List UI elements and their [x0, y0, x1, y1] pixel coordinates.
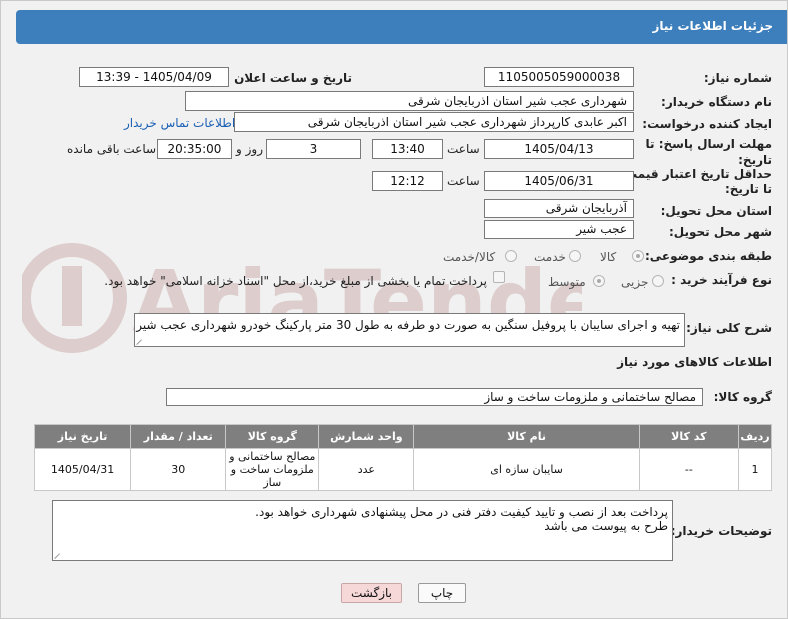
- buyer-contact-link[interactable]: اطلاعات تماس خریدار: [124, 116, 235, 130]
- category-option-goods: کالا: [600, 250, 617, 264]
- col-code-header: کد کالا: [638, 424, 739, 449]
- deadline-days-field: 3: [266, 139, 361, 159]
- deadline-days-label: روز و: [236, 142, 263, 156]
- delivery-province-field: آذربایجان شرقی: [484, 199, 634, 218]
- price-validity-label-line1: حداقل تاریخ اعتبار قیمت:: [620, 167, 772, 181]
- col-group-header: گروه کالا: [225, 424, 320, 449]
- deadline-label-line1: مهلت ارسال پاسخ: تا: [645, 137, 773, 151]
- cell-qty: 30: [130, 448, 227, 491]
- items-table: ردیف کد کالا نام کالا واحد شمارش گروه کا…: [33, 424, 773, 491]
- cell-unit: عدد: [318, 448, 415, 491]
- price-validity-date-field: 1405/06/31: [484, 171, 634, 191]
- need-number-field: 1105005059000038: [484, 67, 634, 87]
- creator-label: ایجاد کننده درخواست:: [642, 117, 772, 131]
- item-group-field: مصالح ساختمانی و ملزومات ساخت و ساز: [166, 388, 703, 406]
- deadline-time-field: 13:40: [372, 139, 443, 159]
- delivery-province-label: استان محل تحویل:: [660, 204, 772, 218]
- back-button[interactable]: بازگشت: [341, 583, 402, 603]
- need-number-label: شماره نیاز:: [703, 71, 772, 85]
- items-section-title: اطلاعات کالاهای مورد نیاز: [617, 355, 772, 369]
- buyer-org-label: نام دستگاه خریدار:: [661, 95, 772, 109]
- delivery-city-field: عجب شیر: [484, 220, 634, 239]
- price-validity-time-field: 12:12: [372, 171, 443, 191]
- buyer-notes-label: توضیحات خریدار:: [670, 524, 772, 538]
- announce-datetime-field: 1405/04/09 - 13:39: [79, 67, 229, 87]
- table-row: 1 -- سایبان سازه ای عدد مصالح ساختمانی و…: [33, 448, 773, 491]
- category-option-service: خدمت: [534, 250, 566, 264]
- delivery-city-label: شهر محل تحویل:: [668, 225, 772, 239]
- deadline-label-line2: تاریخ:: [738, 153, 772, 167]
- process-radio-medium[interactable]: [593, 275, 605, 287]
- buyer-notes-line2: طرح به پیوست می باشد: [544, 519, 668, 533]
- deadline-time-label: ساعت: [447, 142, 480, 156]
- category-radio-both[interactable]: [505, 250, 517, 262]
- general-desc-text: تهیه و اجرای سایبان با پروفیل سنگین به ص…: [136, 318, 680, 332]
- cell-group: مصالح ساختمانی و ملزومات ساخت و ساز: [225, 448, 320, 491]
- col-row-header: ردیف: [737, 424, 773, 449]
- buyer-notes-line1: پرداخت بعد از نصب و تایید کیفیت دفتر فنی…: [255, 505, 668, 519]
- treasury-payment-note: پرداخت تمام یا بخشی از مبلغ خرید،از محل …: [104, 274, 487, 288]
- header-bar: جزئیات اطلاعات نیاز: [16, 10, 787, 44]
- col-unit-header: واحد شمارش: [318, 424, 415, 449]
- process-option-minor: جزیی: [621, 275, 649, 289]
- category-radio-service[interactable]: [569, 250, 581, 262]
- col-date-header: تاریخ نیاز: [33, 424, 132, 449]
- treasury-payment-checkbox[interactable]: [493, 271, 505, 283]
- process-option-medium: متوسط: [548, 275, 586, 289]
- deadline-date-field: 1405/04/13: [484, 139, 634, 159]
- creator-field: اکبر عابدی کارپرداز شهرداری عجب شیر استا…: [234, 112, 634, 132]
- page-title: جزئیات اطلاعات نیاز: [652, 19, 773, 33]
- price-validity-label-line2: تا تاریخ:: [724, 182, 772, 196]
- items-table-header-row: ردیف کد کالا نام کالا واحد شمارش گروه کا…: [33, 424, 773, 449]
- category-radio-goods[interactable]: [632, 250, 644, 262]
- print-button[interactable]: چاپ: [418, 583, 466, 603]
- buyer-notes-resize-handle[interactable]: [55, 552, 62, 559]
- buyer-org-field: شهرداری عجب شیر استان اذربایجان شرقی: [185, 91, 634, 111]
- general-desc-label: شرح کلی نیاز:: [686, 321, 772, 335]
- general-desc-resize-handle[interactable]: [137, 338, 144, 345]
- category-option-both: کالا/خدمت: [443, 250, 496, 264]
- process-type-label: نوع فرآیند خرید :: [671, 273, 772, 287]
- cell-date: 1405/04/31: [33, 448, 132, 491]
- item-group-label: گروه کالا:: [713, 390, 772, 404]
- price-validity-time-label: ساعت: [447, 174, 480, 188]
- buyer-notes-textarea[interactable]: پرداخت بعد از نصب و تایید کیفیت دفتر فنی…: [52, 500, 673, 561]
- general-desc-textarea[interactable]: تهیه و اجرای سایبان با پروفیل سنگین به ص…: [134, 313, 685, 347]
- remaining-time-label: ساعت باقی مانده: [67, 142, 157, 156]
- remaining-time-field: 20:35:00: [157, 139, 232, 159]
- col-qty-header: تعداد / مقدار: [130, 424, 227, 449]
- col-name-header: نام کالا: [413, 424, 640, 449]
- process-radio-minor[interactable]: [652, 275, 664, 287]
- cell-row: 1: [737, 448, 773, 491]
- cell-code: --: [638, 448, 739, 491]
- cell-name: سایبان سازه ای: [413, 448, 640, 491]
- category-label: طبقه بندی موضوعی:: [644, 249, 772, 263]
